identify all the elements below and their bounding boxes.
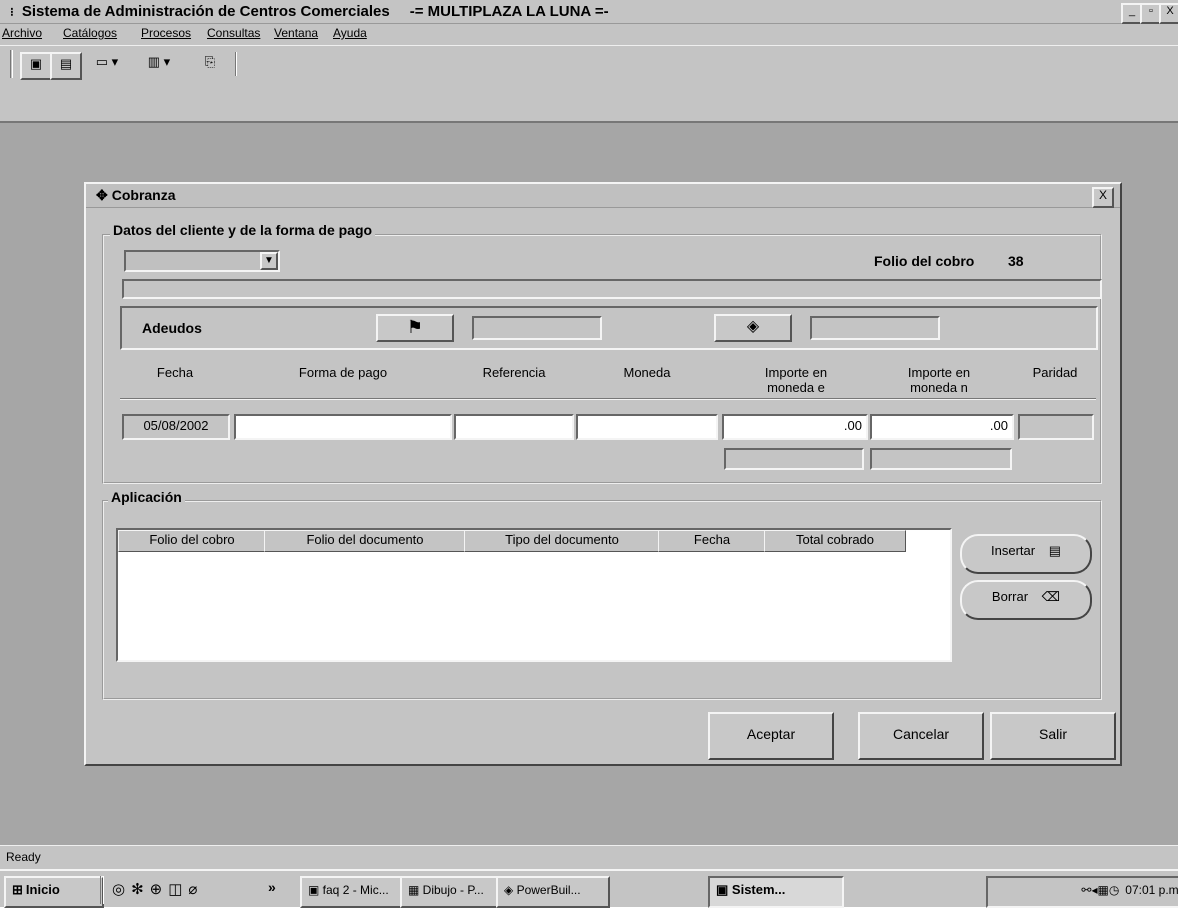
start-label: Inicio xyxy=(25,882,60,897)
task-sistema[interactable]: ▣ Sistem... xyxy=(708,876,844,908)
toolbar-grip xyxy=(10,50,13,78)
adeudos-label: Adeudos xyxy=(142,320,202,336)
aplicacion-grid[interactable]: Folio del cobro Folio del documento Tipo… xyxy=(116,528,952,662)
task-faq-label: faq 2 - Mic... xyxy=(322,883,389,897)
insertar-button[interactable]: Insertar ▤ xyxy=(960,534,1092,574)
toolbar: ▣ ▤ ▭ ▾ ▥ ▾ ⎘ xyxy=(0,45,1178,122)
total-n-field xyxy=(870,448,1012,470)
insert-row-icon: ▤ xyxy=(1048,543,1061,558)
paint-icon: ▦ xyxy=(408,883,423,897)
col-fecha: Fecha xyxy=(156,365,194,380)
windows-logo-icon: ⊞ xyxy=(12,882,23,897)
exit-door-icon[interactable]: ⎘ xyxy=(196,52,224,76)
menu-procesos[interactable]: Procesos xyxy=(141,26,191,40)
status-text: Ready xyxy=(6,850,41,864)
dropdown-arrow-icon[interactable]: ▼ xyxy=(260,252,278,270)
start-button[interactable]: ⊞ Inicio xyxy=(4,876,104,908)
folio-value: 38 xyxy=(1008,253,1024,269)
grid-col-fecha[interactable]: Fecha xyxy=(658,530,766,552)
client-payment-legend: Datos del cliente y de la forma de pago xyxy=(110,222,376,238)
insertar-label: Insertar xyxy=(991,543,1036,558)
system-tray: ⚯◂▦◷ 07:01 p.m. xyxy=(986,876,1178,908)
client-dropdown[interactable]: ▼ xyxy=(124,250,280,272)
menu-consultas[interactable]: Consultas xyxy=(207,26,260,40)
quick-launch-icons[interactable]: ◎✻⊕◫⌀ xyxy=(112,880,203,898)
salir-button[interactable]: Salir xyxy=(990,712,1116,760)
col-paridad: Paridad xyxy=(1032,365,1078,380)
dialog-icon: ✥ xyxy=(96,187,108,203)
adeudos-amount-n xyxy=(810,316,940,340)
adeudos-panel: Adeudos ⚑ ◈ xyxy=(120,306,1098,350)
task-powerbuilder[interactable]: ◈ PowerBuil... xyxy=(496,876,610,908)
task-dibujo-label: Dibujo - P... xyxy=(422,883,484,897)
more-chevron-icon[interactable]: » xyxy=(268,879,276,895)
col-importe-n: Importe en moneda n xyxy=(907,365,971,395)
taskbar: ⊞ Inicio ◎✻⊕◫⌀ » ▣ faq 2 - Mic... ▦ Dibuj… xyxy=(0,869,1178,908)
referencia-input[interactable] xyxy=(454,414,574,440)
menu-catalogos[interactable]: Catálogos xyxy=(63,26,117,40)
col-referencia: Referencia xyxy=(482,365,546,380)
task-faq[interactable]: ▣ faq 2 - Mic... xyxy=(300,876,402,908)
header-divider xyxy=(120,398,1096,400)
status-bar: Ready xyxy=(0,845,1178,869)
eraser-icon: ⌫ xyxy=(1041,589,1061,604)
menu-ayuda[interactable]: Ayuda xyxy=(333,26,367,40)
dialog-title: ✥ Cobranza xyxy=(96,187,176,204)
fecha-field: 05/08/2002 xyxy=(122,414,230,440)
forma-pago-input[interactable] xyxy=(234,414,452,440)
clock: 07:01 p.m. xyxy=(1125,883,1178,897)
cobranza-dialog: ✥ Cobranza X Datos del cliente y de la fo… xyxy=(84,182,1122,766)
task-dibujo[interactable]: ▦ Dibujo - P... xyxy=(400,876,498,908)
total-e-field xyxy=(724,448,864,470)
col-forma-pago: Forma de pago xyxy=(298,365,388,380)
toolbar-divider xyxy=(235,52,237,76)
powerbuilder-icon: ◈ xyxy=(504,883,517,897)
window-icon[interactable]: ▤ xyxy=(50,52,82,80)
aplicacion-legend: Aplicación xyxy=(108,489,185,505)
aceptar-button[interactable]: Aceptar xyxy=(708,712,834,760)
client-name-field xyxy=(122,279,1102,299)
word-doc-icon: ▣ xyxy=(308,883,323,897)
importe-n-input[interactable]: .00 xyxy=(870,414,1014,440)
taskbar-divider xyxy=(100,876,104,904)
sistema-icon: ▣ xyxy=(716,882,732,897)
adeudos-amount-e xyxy=(472,316,602,340)
borrar-button[interactable]: Borrar ⌫ xyxy=(960,580,1092,620)
dialog-title-bar: ✥ Cobranza X xyxy=(86,184,1120,208)
grid-col-total-cobrado[interactable]: Total cobrado xyxy=(764,530,906,552)
dialog-close-button[interactable]: X xyxy=(1092,187,1114,208)
menu-bar: Archivo Catálogos Procesos Consultas Ven… xyxy=(0,24,1178,45)
moneda-input[interactable] xyxy=(576,414,718,440)
dialog-title-text: Cobranza xyxy=(111,187,176,203)
importe-e-input[interactable]: .00 xyxy=(722,414,868,440)
app-title-text: Sistema de Administración de Centros Com… xyxy=(21,3,390,20)
menu-ventana[interactable]: Ventana xyxy=(274,26,318,40)
col-moneda: Moneda xyxy=(623,365,671,380)
task-sistema-label: Sistem... xyxy=(731,882,786,897)
folio-label: Folio del cobro xyxy=(874,253,975,269)
chart-icon[interactable]: ▣ xyxy=(20,52,52,80)
grid-col-tipo-documento[interactable]: Tipo del documento xyxy=(464,530,660,552)
app-title-bar: ⁝ Sistema de Administración de Centros Co… xyxy=(0,0,1178,24)
col-importe-e: Importe en moneda e xyxy=(764,365,828,395)
currency-icon[interactable]: ◈ xyxy=(714,314,792,342)
flag-icon[interactable]: ⚑ xyxy=(376,314,454,342)
borrar-label: Borrar xyxy=(991,589,1029,604)
copy-dropdown-icon[interactable]: ▭ ▾ xyxy=(90,52,124,76)
paridad-field xyxy=(1018,414,1094,440)
app-icon: ⁝ xyxy=(10,5,14,19)
cancelar-button[interactable]: Cancelar xyxy=(858,712,984,760)
menu-archivo[interactable]: Archivo xyxy=(2,26,42,40)
grid-col-folio-documento[interactable]: Folio del documento xyxy=(264,530,466,552)
grid-col-folio-cobro[interactable]: Folio del cobro xyxy=(118,530,266,552)
task-powerbuilder-label: PowerBuil... xyxy=(516,883,581,897)
layout-dropdown-icon[interactable]: ▥ ▾ xyxy=(140,52,178,76)
app-title: ⁝ Sistema de Administración de Centros Co… xyxy=(10,3,609,20)
app-subtitle: -= MULTIPLAZA LA LUNA =- xyxy=(409,3,609,20)
close-app-button[interactable]: X xyxy=(1159,3,1178,24)
tray-icons[interactable]: ⚯◂▦◷ xyxy=(1081,883,1119,897)
